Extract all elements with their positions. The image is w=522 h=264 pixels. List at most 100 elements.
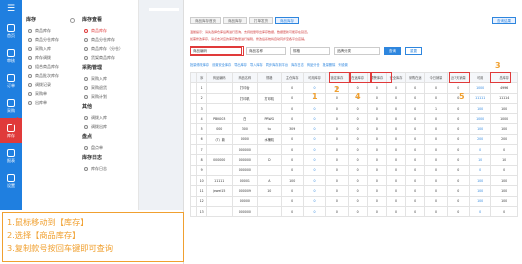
table-header-cell[interactable]: 可用库存 (302, 71, 327, 84)
table-row[interactable]: 11 jewel15 000009 10 0 0 0 0 0 0 0 0 0 100 100 (189, 185, 518, 197)
tab-item[interactable]: 商品库存首页 (190, 17, 221, 24)
appbar-item[interactable]: 库存 (0, 118, 22, 143)
table-row[interactable]: 3 0 0 0 0 0 0 0 1 0 100 100 (189, 102, 518, 115)
submenu-item[interactable]: 库存调拨 (28, 53, 77, 62)
toolbar-action[interactable]: 导出库存 (234, 62, 247, 67)
submenu-item[interactable]: 调拨入库 (84, 113, 133, 122)
table-cell: 0 (446, 164, 471, 176)
table-row[interactable]: 1 打印台 0 0 0 0 0 0 0 0 0 1000 4996 (189, 82, 518, 94)
table-cell: 000000 (231, 154, 259, 166)
appbar-item[interactable]: 设置 (0, 168, 22, 193)
toolbar-action[interactable]: 设置安全库存 (212, 62, 231, 67)
toolbar-action[interactable]: 列设置 (338, 62, 348, 67)
toolbar-action[interactable]: 批量删除 (323, 62, 336, 67)
table-cell[interactable]: 0 (302, 113, 327, 125)
table-cell: 0 (347, 164, 368, 176)
submenu-item[interactable]: 采购计划 (84, 92, 133, 101)
stock-table: 序商品编码 商品名称 规格 主仓库存 可用库存 锁定库存 在途库存 预警库存 安全库存 采购在途今… (189, 71, 518, 218)
submenu-item[interactable]: 库存日志 (84, 164, 133, 173)
appbar-item[interactable]: 首页 (0, 18, 22, 43)
submenu-item[interactable]: 货架商品库存 (84, 53, 133, 62)
submenu-item[interactable]: 采购入库 (28, 44, 77, 53)
table-header-cell[interactable]: 采购在途 (405, 71, 426, 84)
submenu-item[interactable]: 商品库存 (84, 26, 133, 35)
gear-icon[interactable] (70, 18, 75, 23)
table-header-cell[interactable]: 商品编码 (205, 71, 233, 84)
app-logo-icon[interactable]: ☰ (0, 0, 22, 18)
table-cell: 0 (366, 113, 387, 125)
submenu-item[interactable]: 商品分仓库存 (28, 35, 77, 44)
toolbar-action[interactable]: 库存日志 (291, 62, 304, 67)
query-button[interactable]: 查询 (384, 47, 401, 55)
submenu-item[interactable]: 商品分仓库存 (84, 35, 133, 44)
result-button[interactable]: 查询结果 (492, 17, 516, 24)
table-cell[interactable]: 0 (302, 205, 327, 218)
table-cell: 0 (366, 205, 387, 218)
table-cell[interactable]: 0 (302, 154, 327, 166)
table-header-cell[interactable]: 可用 (468, 71, 492, 84)
table-row[interactable]: 2 打印机 打印机 0 0 0 0 0 0 0 0 0 11111 11114 (189, 92, 518, 104)
submenu-item[interactable]: 盘点单 (84, 143, 133, 152)
table-cell[interactable]: 0 (302, 144, 327, 156)
table-cell: 0 (385, 174, 407, 187)
submenu-item[interactable]: 商品库存 (28, 26, 77, 35)
table-header-cell[interactable]: 商品名称 (231, 71, 259, 84)
table-cell: 0 (325, 205, 349, 218)
submenu-item[interactable]: 组合商品库存 (28, 62, 77, 71)
table-row[interactable]: 7 000000 0 0 0 0 0 0 0 0 0 0 0 (189, 144, 518, 156)
submenu-item[interactable]: 采购入库 (84, 74, 133, 83)
toolbar-action[interactable]: 导入库存 (250, 62, 263, 67)
table-row[interactable]: 5 000 300 tu 309 0 0 0 0 0 0 0 0 100 100 (189, 123, 518, 135)
table-row[interactable]: 9 000000 0 0 0 0 0 0 0 0 0 0 0 (189, 164, 518, 176)
table-cell[interactable]: 0 (302, 133, 327, 146)
table-row[interactable]: 13 000000 0 0 0 0 0 0 0 0 0 0 0 (189, 205, 518, 218)
brand-filter[interactable]: 品牌分类 (334, 47, 380, 55)
table-header-cell[interactable]: 规格 (257, 71, 282, 84)
table-cell[interactable]: 0 (302, 195, 327, 207)
submenu-item[interactable]: 采购单 (28, 89, 77, 98)
toolbar-action[interactable]: 批量修改库存 (190, 62, 209, 67)
appbar-item[interactable]: 采购 (0, 93, 22, 118)
table-header-cell[interactable]: 今日销量 (424, 71, 448, 84)
table-cell: 100 (490, 102, 518, 115)
table-cell: 0 (366, 164, 387, 176)
appbar-item[interactable]: 审核 (0, 43, 22, 68)
submenu-item[interactable]: 商品批次库存 (28, 71, 77, 80)
table-row[interactable]: 6 （T）款 0000 水桶机 0 0 0 0 0 0 0 0 0 200 200 (189, 133, 518, 146)
submenu-item-icon (84, 28, 88, 33)
table-cell: 0 (424, 154, 448, 166)
appbar-item-icon (7, 23, 15, 32)
appbar-item[interactable]: 订单 (0, 68, 22, 93)
submenu-item[interactable]: 调拨记录 (28, 80, 77, 89)
submenu-item[interactable]: 出库单 (28, 98, 77, 107)
appbar-item[interactable]: 报表 (0, 143, 22, 168)
table-header-cell[interactable]: 序 (196, 71, 207, 84)
table-cell (205, 144, 233, 156)
table-cell: 0 (424, 133, 448, 146)
table-cell: 0 (347, 205, 368, 218)
table-cell[interactable]: 0 (302, 185, 327, 197)
table-row[interactable]: 10 11111 00001 A 100 0 0 0 0 0 0 0 0 100 100 (189, 174, 518, 187)
table-cell: 0 (468, 164, 492, 176)
name-filter[interactable]: 商品名称 (246, 47, 286, 55)
table-cell[interactable]: 0 (302, 174, 327, 187)
reset-button[interactable]: 重置 (405, 47, 422, 55)
table-cell (205, 195, 233, 207)
submenu-item[interactable]: 商品库存（分仓） (84, 44, 133, 53)
submenu-item[interactable]: 采购退货 (84, 83, 133, 92)
table-row[interactable]: 8 000000 000000 D 0 0 0 0 0 0 0 0 0 10 10 (189, 154, 518, 166)
table-row[interactable]: 12 00000 0 0 0 0 0 0 0 0 0 100 100 (189, 195, 518, 207)
toolbar-action[interactable]: 同步库存到平台 (266, 62, 288, 67)
spec-filter[interactable]: 规格 (290, 47, 330, 55)
submenu-item-label: 库存调拨 (35, 54, 51, 60)
tab-item[interactable]: 商品库存 (223, 17, 247, 24)
table-row[interactable]: 4 PBK003 白 PRWG 0 0 0 0 0 0 0 0 0 1000 1000 (189, 113, 518, 125)
table-cell[interactable]: 0 (302, 164, 327, 176)
table-cell[interactable]: 0 (302, 102, 327, 115)
toolbar-action[interactable]: 商品分仓 (307, 62, 320, 67)
tab-item[interactable]: 打单发货 (249, 17, 273, 24)
tab-item[interactable]: 商品库存 (275, 17, 299, 24)
table-cell[interactable]: 0 (302, 123, 327, 135)
table-header-cell[interactable]: 主仓库存 (280, 71, 304, 84)
submenu-item[interactable]: 调拨出库 (84, 122, 133, 131)
